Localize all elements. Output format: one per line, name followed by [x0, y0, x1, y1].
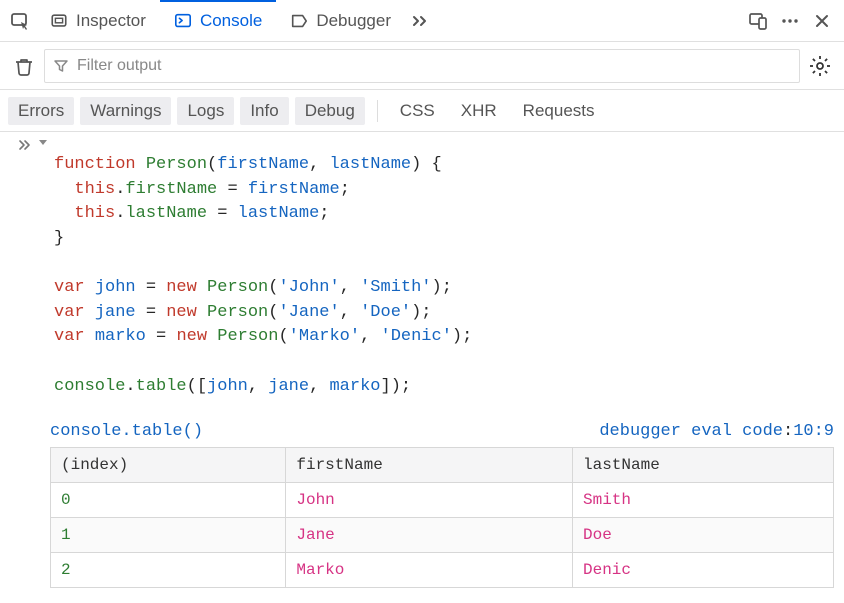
- code-block: function Person(firstName, lastName) { t…: [54, 153, 472, 399]
- table-cell: Smith: [573, 483, 834, 518]
- funnel-icon: [53, 58, 69, 74]
- input-marker-icon: [18, 138, 32, 152]
- tab-console[interactable]: Console: [160, 0, 276, 41]
- overflow-tabs-icon[interactable]: [405, 5, 437, 37]
- responsive-mode-icon[interactable]: [742, 5, 774, 37]
- table-cell: Doe: [573, 518, 834, 553]
- table-row: 0JohnSmith: [51, 483, 834, 518]
- console-table-output: console.table() debugger eval code:10:9 …: [0, 418, 844, 598]
- table-row: 1JaneDoe: [51, 518, 834, 553]
- close-icon[interactable]: [806, 5, 838, 37]
- table-cell: John: [286, 483, 573, 518]
- output-source[interactable]: debugger eval code:10:9: [599, 422, 834, 441]
- console-input-echo: function Person(firstName, lastName) { t…: [0, 132, 844, 418]
- tab-debugger[interactable]: Debugger: [276, 0, 405, 41]
- filter-input[interactable]: [75, 56, 791, 76]
- filter-debug[interactable]: Debug: [295, 97, 365, 125]
- filter-requests[interactable]: Requests: [513, 97, 605, 125]
- settings-icon[interactable]: [804, 50, 836, 82]
- console-filterbar: [0, 42, 844, 90]
- table-cell: Jane: [286, 518, 573, 553]
- filter-css[interactable]: CSS: [390, 97, 445, 125]
- clear-console-icon[interactable]: [8, 50, 40, 82]
- output-label: console.table(): [50, 422, 203, 441]
- debugger-icon: [290, 12, 308, 30]
- collapse-toggle-icon[interactable]: [38, 138, 48, 148]
- tab-label: Console: [200, 11, 262, 31]
- column-header[interactable]: lastName: [573, 448, 834, 483]
- devtools-tabbar: Inspector Console Debugger: [0, 0, 844, 42]
- table-cell: 1: [51, 518, 286, 553]
- divider: [377, 100, 378, 122]
- filter-warnings[interactable]: Warnings: [80, 97, 171, 125]
- tab-label: Inspector: [76, 11, 146, 31]
- filter-errors[interactable]: Errors: [8, 97, 74, 125]
- table-cell: 0: [51, 483, 286, 518]
- tab-label: Debugger: [316, 11, 391, 31]
- console-categorybar: Errors Warnings Logs Info Debug CSS XHR …: [0, 90, 844, 132]
- inspector-icon: [50, 12, 68, 30]
- filter-xhr[interactable]: XHR: [451, 97, 507, 125]
- filter-input-wrapper[interactable]: [44, 49, 800, 83]
- column-header[interactable]: (index): [51, 448, 286, 483]
- filter-logs[interactable]: Logs: [177, 97, 234, 125]
- console-icon: [174, 12, 192, 30]
- tab-inspector[interactable]: Inspector: [36, 0, 160, 41]
- filter-info[interactable]: Info: [240, 97, 288, 125]
- result-table: (index)firstNamelastName 0JohnSmith1Jane…: [50, 447, 834, 588]
- kebab-menu-icon[interactable]: [774, 5, 806, 37]
- column-header[interactable]: firstName: [286, 448, 573, 483]
- pick-element-icon[interactable]: [4, 5, 36, 37]
